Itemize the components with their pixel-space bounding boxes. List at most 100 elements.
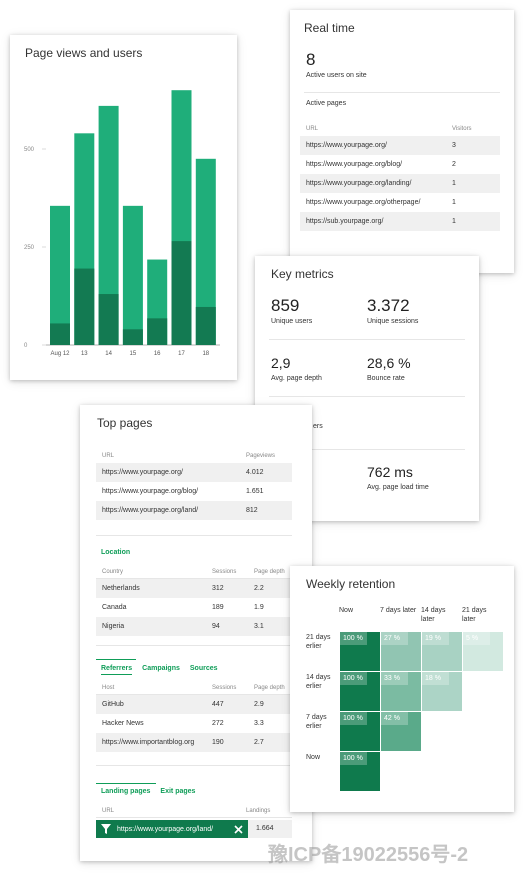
retention-cell-value: 18 % bbox=[422, 672, 449, 685]
y-tick-label: 250 bbox=[24, 245, 35, 251]
location-row[interactable]: Nigeria 94 3.1 bbox=[96, 617, 292, 636]
retention-cell[interactable]: 100 % bbox=[340, 752, 380, 791]
bar-users[interactable] bbox=[50, 323, 70, 345]
referrer-row[interactable]: Hacker News 272 3.3 bbox=[96, 714, 292, 733]
page-url: https://www.yourpage.org/ bbox=[102, 469, 183, 476]
retention-cell[interactable]: 5 % bbox=[463, 632, 503, 671]
metric-bounce-value: 28,6 % bbox=[367, 355, 411, 371]
bar-users[interactable] bbox=[195, 306, 216, 345]
row-name: GitHub bbox=[102, 701, 124, 708]
realtime-row[interactable]: https://sub.yourpage.org/1 bbox=[300, 212, 500, 231]
page-url: https://www.yourpage.org/blog/ bbox=[306, 161, 403, 168]
bar-users[interactable] bbox=[98, 294, 119, 345]
top-page-row[interactable]: https://www.yourpage.org/land/812 bbox=[96, 501, 292, 520]
retention-cell[interactable]: 18 % bbox=[422, 672, 462, 711]
retention-row-label: 14 days erlier bbox=[306, 674, 331, 690]
row-sessions: 272 bbox=[212, 720, 224, 727]
tab-campaigns[interactable]: Campaigns bbox=[142, 665, 180, 675]
col-host: Host bbox=[102, 684, 115, 691]
page-views-card: Page views and users 500 250 0 Aug 12 13 14 15… bbox=[10, 35, 237, 380]
row-sessions: 94 bbox=[212, 623, 220, 630]
metric-load-label: Avg. page load time bbox=[367, 484, 429, 491]
metric-bounce-label: Bounce rate bbox=[367, 375, 405, 382]
row-sessions: 312 bbox=[212, 585, 224, 592]
page-url: https://www.yourpage.org/blog/ bbox=[102, 488, 199, 495]
location-row[interactable]: Canada 189 1.9 bbox=[96, 598, 292, 617]
metric-depth-value: 2,9 bbox=[271, 355, 291, 371]
retention-cell-value: 100 % bbox=[340, 632, 367, 645]
tab-exit-pages[interactable]: Exit pages bbox=[160, 788, 195, 795]
col-visitors: Visitors bbox=[452, 126, 472, 132]
x-tick-label: 18 bbox=[202, 351, 209, 357]
pageview-count: 4.012 bbox=[246, 469, 264, 476]
y-tick-label: 0 bbox=[24, 343, 28, 349]
retention-cell[interactable]: 19 % bbox=[422, 632, 462, 671]
retention-cell[interactable]: 100 % bbox=[340, 632, 380, 671]
location-row[interactable]: Netherlands 312 2.2 bbox=[96, 579, 292, 598]
key-metrics-title: Key metrics bbox=[271, 267, 334, 281]
row-name: Nigeria bbox=[102, 623, 125, 630]
active-pages-label: Active pages bbox=[306, 100, 347, 107]
referrers-header: Host Sessions Page depth bbox=[96, 681, 292, 695]
row-depth: 2.2 bbox=[254, 585, 264, 592]
col-landings: Landings bbox=[246, 807, 271, 814]
metric-depth-label: Avg. page depth bbox=[271, 375, 322, 382]
page-url: https://www.yourpage.org/otherpage/ bbox=[306, 199, 421, 206]
active-users-count: 8 bbox=[306, 50, 316, 69]
tab-landing-pages[interactable]: Landing pages bbox=[101, 788, 150, 795]
realtime-row[interactable]: https://www.yourpage.org/blog/2 bbox=[300, 155, 500, 174]
tab-sources[interactable]: Sources bbox=[190, 665, 218, 675]
landing-filter-chip[interactable]: https://www.yourpage.org/land/ bbox=[96, 820, 248, 838]
realtime-row[interactable]: https://www.yourpage.org/landing/1 bbox=[300, 174, 500, 193]
col-country: Country bbox=[102, 568, 124, 575]
retention-cell[interactable]: 42 % bbox=[381, 712, 421, 751]
bar-users[interactable] bbox=[147, 318, 168, 345]
location-heading: Location bbox=[101, 549, 131, 556]
retention-cell[interactable]: 100 % bbox=[340, 712, 380, 751]
active-tab-indicator bbox=[96, 659, 136, 660]
top-page-row[interactable]: https://www.yourpage.org/4.012 bbox=[96, 463, 292, 482]
col-depth: Page depth bbox=[254, 684, 285, 691]
bar-users[interactable] bbox=[74, 268, 95, 345]
tab-referrers[interactable]: Referrers bbox=[101, 665, 133, 675]
referrer-row[interactable]: https://www.importantblog.org 190 2.7 bbox=[96, 733, 292, 752]
bar-users[interactable] bbox=[122, 329, 143, 345]
visitor-count: 3 bbox=[452, 142, 456, 149]
bar-total[interactable] bbox=[122, 205, 143, 345]
y-tick-label: 500 bbox=[24, 147, 35, 153]
top-pages-card: Top pages URL Pageviews https://www.your… bbox=[80, 405, 312, 861]
filter-icon bbox=[101, 824, 111, 834]
location-header: Country Sessions Page depth bbox=[96, 565, 292, 579]
metric-partial-label: ers bbox=[313, 423, 323, 430]
page-url: https://www.yourpage.org/ bbox=[306, 142, 387, 149]
col-pageviews: Pageviews bbox=[246, 453, 276, 459]
retention-cell-value: 100 % bbox=[340, 712, 367, 725]
realtime-title: Real time bbox=[304, 21, 355, 35]
visitor-count: 1 bbox=[452, 180, 456, 187]
landing-header: URL Landings bbox=[96, 804, 292, 818]
realtime-row[interactable]: https://www.yourpage.org/otherpage/1 bbox=[300, 193, 500, 212]
retention-column-header: Now bbox=[339, 607, 354, 614]
row-name: Netherlands bbox=[102, 585, 140, 592]
referrer-row[interactable]: GitHub 447 2.9 bbox=[96, 695, 292, 714]
close-icon[interactable] bbox=[234, 824, 243, 834]
landing-row[interactable]: https://www.yourpage.org/land/ 1.664 bbox=[96, 820, 292, 838]
bar-users[interactable] bbox=[171, 241, 192, 345]
top-pages-rows: https://www.yourpage.org/4.012 https://ww… bbox=[96, 463, 292, 520]
realtime-row[interactable]: https://www.yourpage.org/3 bbox=[300, 136, 500, 155]
retention-cell[interactable]: 27 % bbox=[381, 632, 421, 671]
top-page-row[interactable]: https://www.yourpage.org/blog/1.651 bbox=[96, 482, 292, 501]
realtime-table: URL Visitors https://www.yourpage.org/3 h… bbox=[300, 122, 500, 231]
retention-cell[interactable]: 33 % bbox=[381, 672, 421, 711]
retention-row-label: Now bbox=[306, 754, 321, 761]
retention-cell-value: 19 % bbox=[422, 632, 449, 645]
col-depth: Page depth bbox=[254, 568, 285, 575]
retention-cell-value: 100 % bbox=[340, 752, 367, 765]
divider bbox=[96, 645, 292, 646]
row-depth: 2.9 bbox=[254, 701, 264, 708]
active-users-label: Active users on site bbox=[306, 72, 367, 79]
x-tick-label: 14 bbox=[105, 351, 112, 357]
retention-cell-value: 100 % bbox=[340, 672, 367, 685]
active-tab-indicator bbox=[96, 783, 156, 784]
retention-cell[interactable]: 100 % bbox=[340, 672, 380, 711]
